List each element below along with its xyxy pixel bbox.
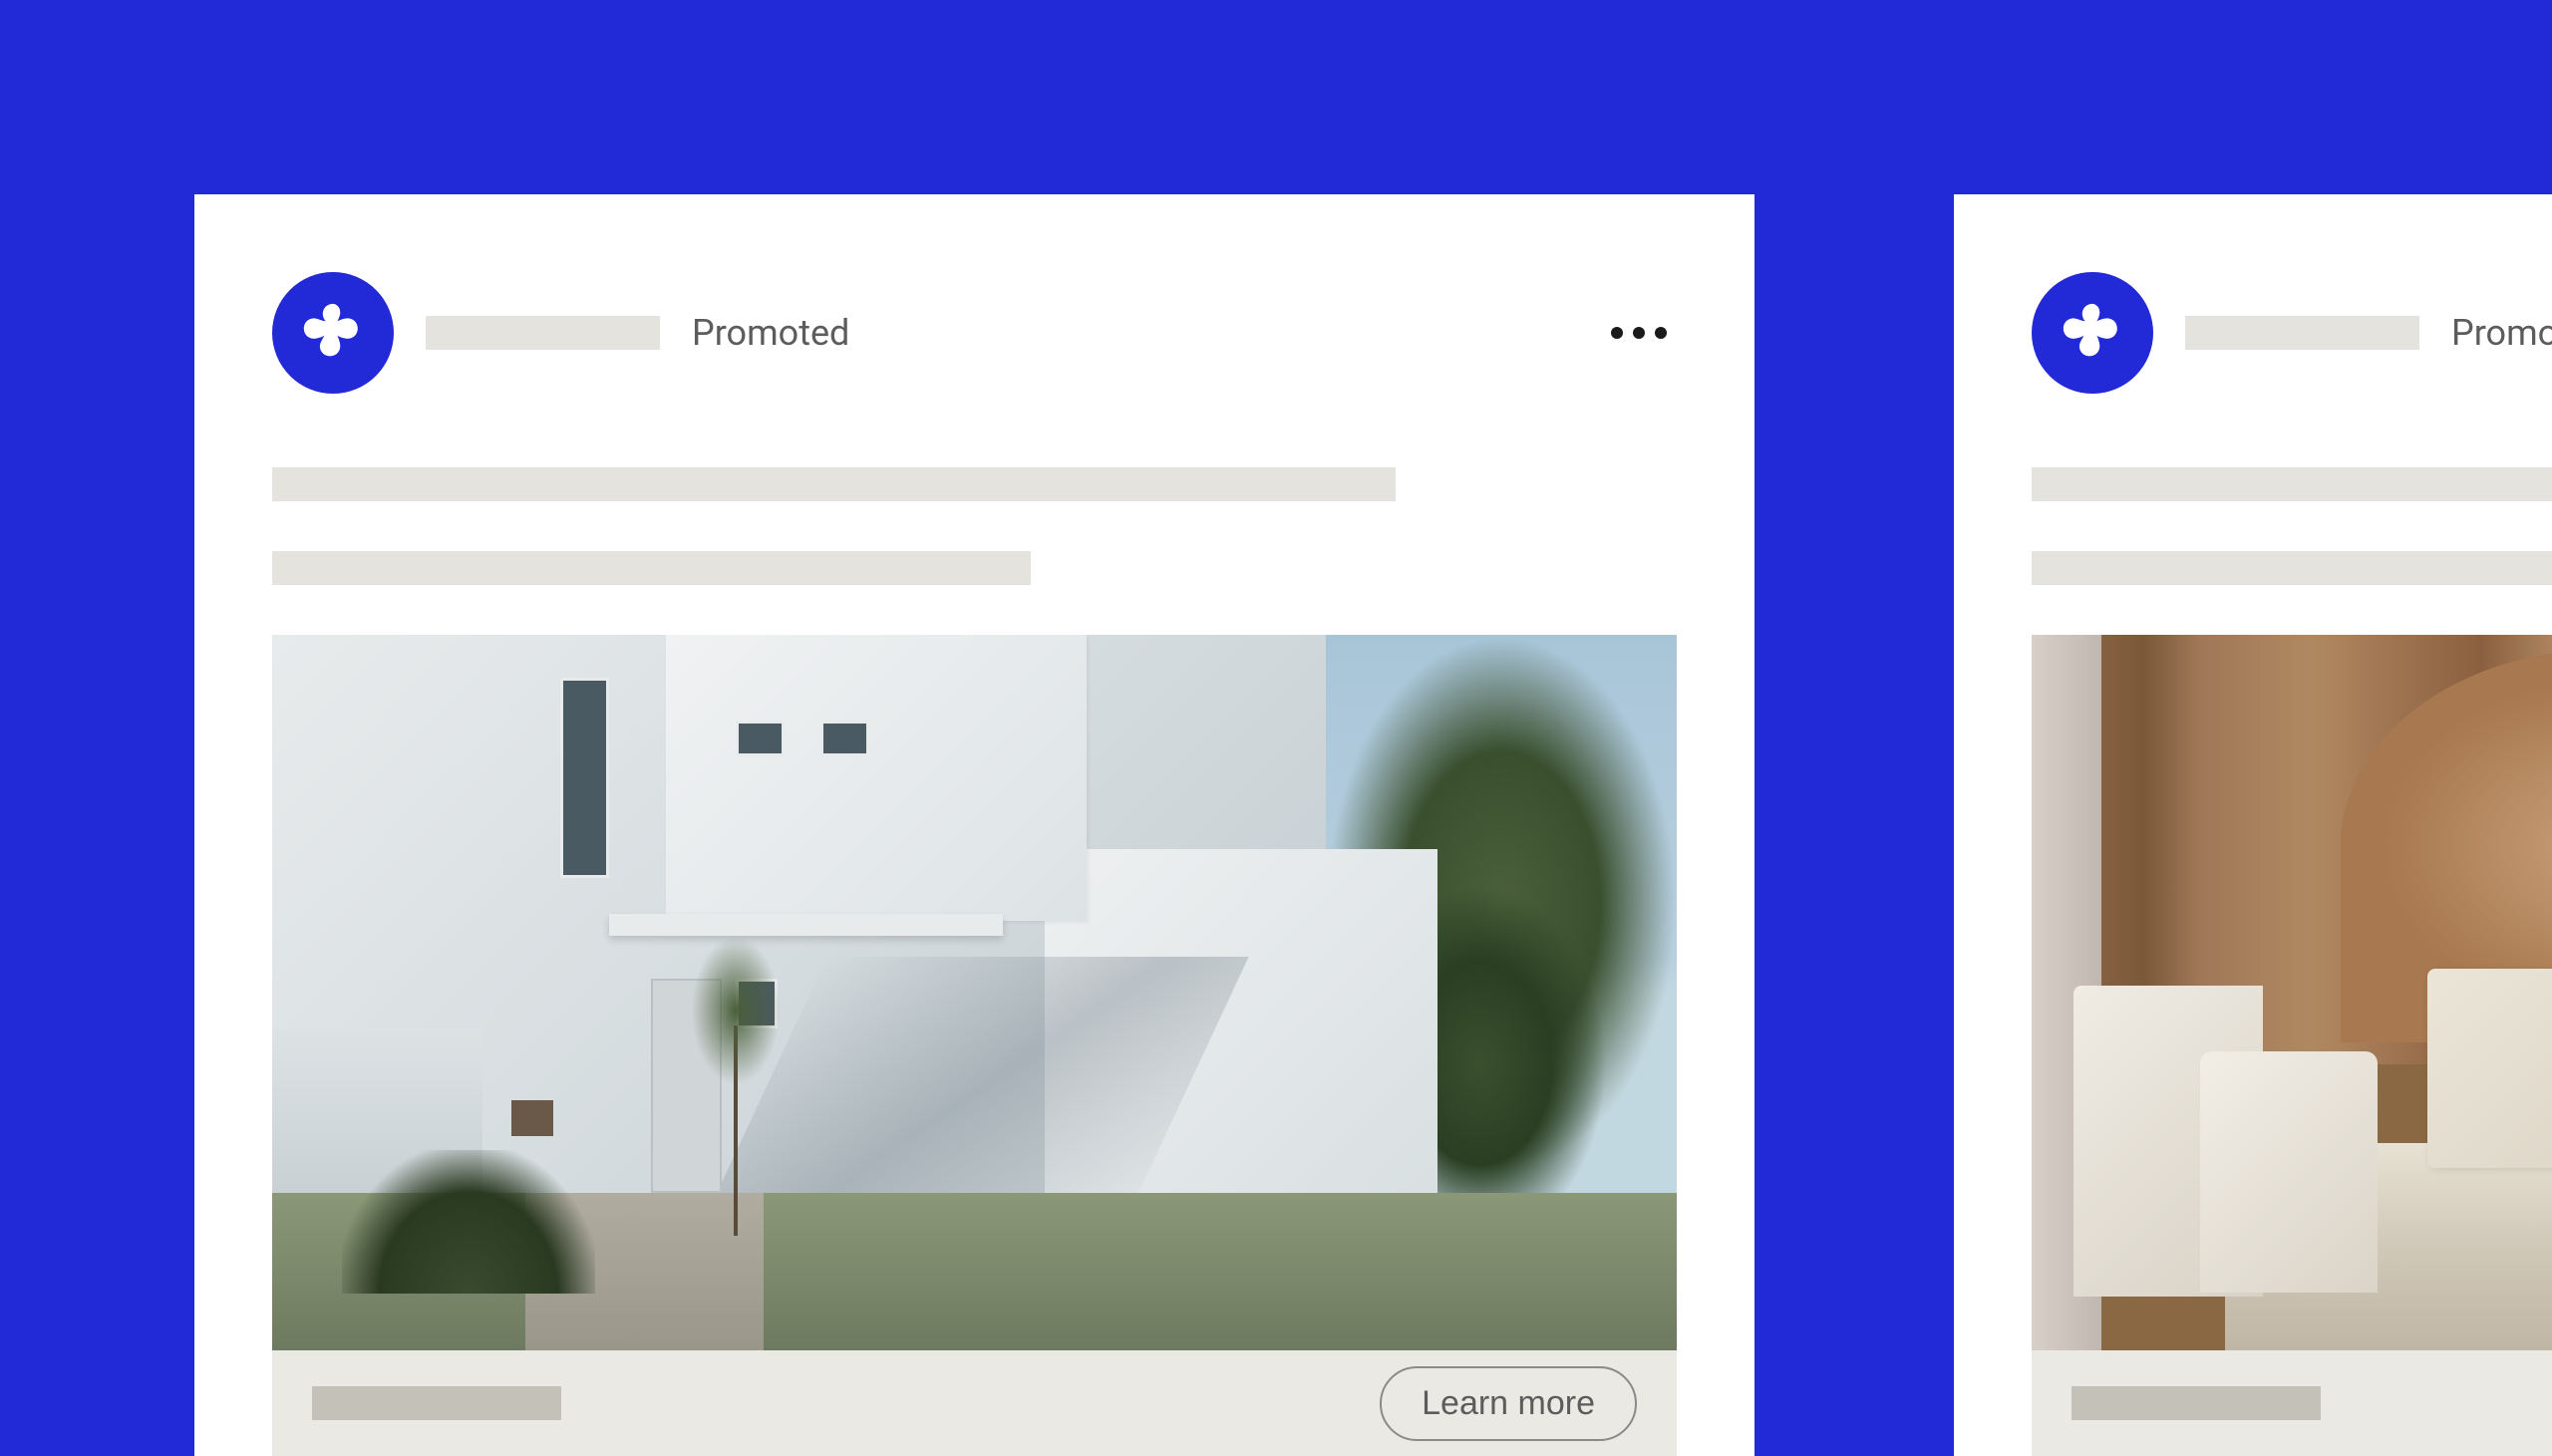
post-image[interactable] [2032,635,2552,1350]
footer-caption-placeholder [312,1386,561,1420]
logo-x-icon [2058,298,2127,368]
advertiser-avatar[interactable] [272,272,394,394]
post-image[interactable] [272,635,1677,1350]
text-line-placeholder [272,467,1396,501]
post-body-placeholder [1954,394,2552,585]
advertiser-avatar[interactable] [2032,272,2153,394]
card-footer [2032,1350,2552,1456]
text-line-placeholder [2032,551,2552,585]
card-header: Promoted [194,194,1754,394]
learn-more-button[interactable]: Learn more [1380,1366,1637,1441]
footer-caption-placeholder [2072,1386,2321,1420]
promoted-label: Promoted [692,312,849,354]
promoted-card: Promoted [1954,194,2552,1456]
card-footer: Learn more [272,1350,1677,1456]
promoted-label: Promoted [2451,312,2552,354]
advertiser-name-placeholder [2185,316,2419,350]
promoted-card: Promoted [194,194,1754,1456]
post-body-placeholder [194,394,1754,585]
card-header: Promoted [1954,194,2552,394]
advertiser-name-placeholder [426,316,660,350]
text-line-placeholder [272,551,1031,585]
more-options-icon[interactable] [1611,327,1677,339]
logo-x-icon [298,298,368,368]
text-line-placeholder [2032,467,2552,501]
